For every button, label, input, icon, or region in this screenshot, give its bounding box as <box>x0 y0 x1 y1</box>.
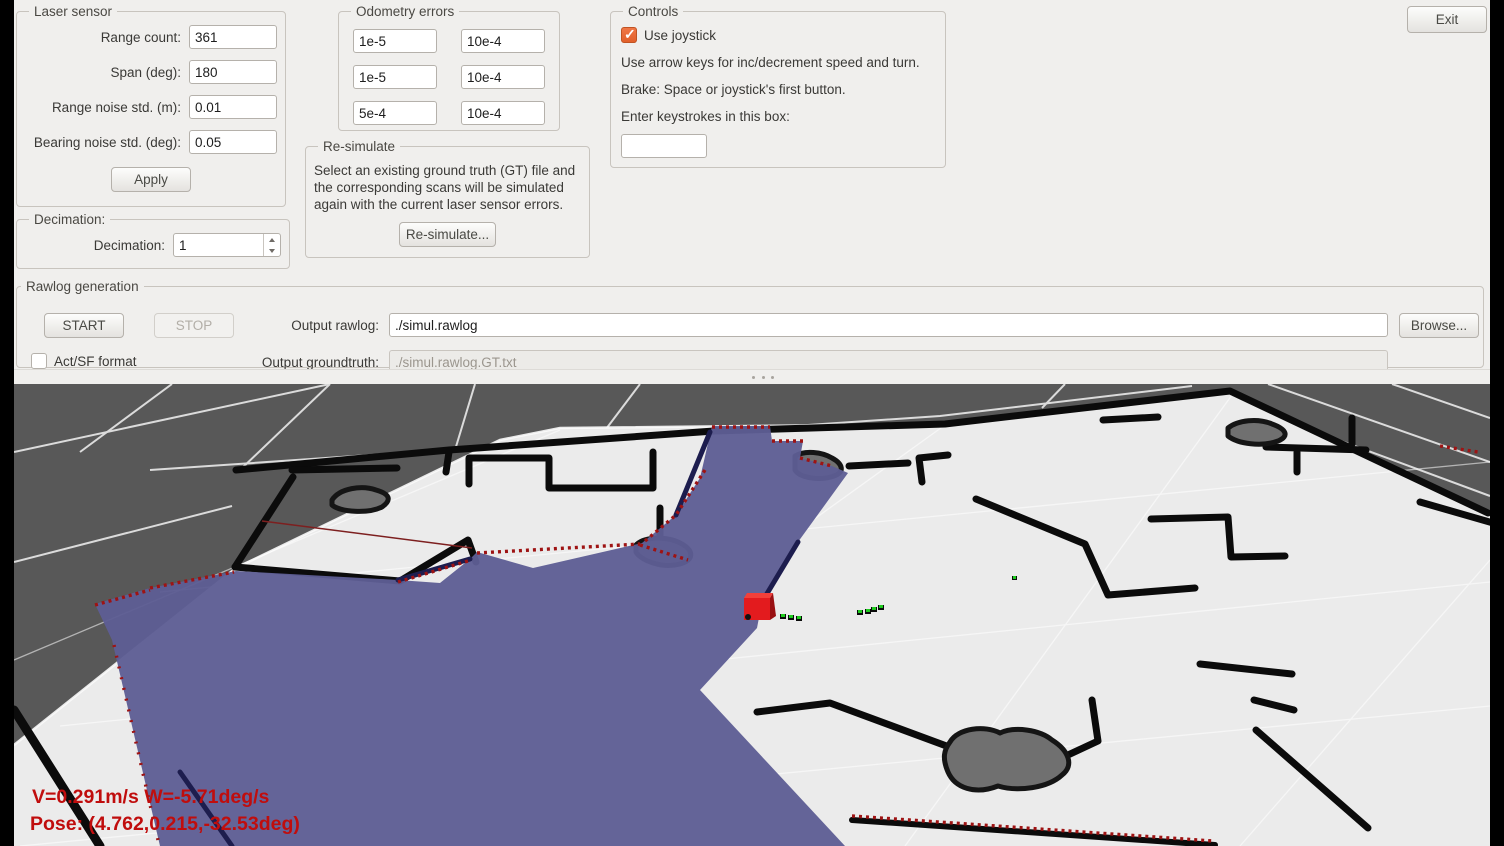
spinner-up-button[interactable] <box>264 234 280 245</box>
browse-button[interactable]: Browse... <box>1399 313 1479 338</box>
rawlog-generation-group: Rawlog generation START STOP Output rawl… <box>16 279 1484 368</box>
stop-button[interactable]: STOP <box>154 313 234 338</box>
bearing-noise-input[interactable] <box>189 130 277 154</box>
viewport-splitter[interactable] <box>14 369 1490 384</box>
rawlog-generation-title: Rawlog generation <box>21 279 144 294</box>
splitter-grip-icon <box>752 376 774 379</box>
resimulate-description: Select an existing ground truth (GT) fil… <box>314 162 581 213</box>
controls-title: Controls <box>623 4 683 19</box>
screen-edge-right <box>1490 0 1504 846</box>
resimulate-title: Re-simulate <box>318 139 400 154</box>
odometry-errors-title: Odometry errors <box>351 4 459 19</box>
span-deg-input[interactable] <box>189 60 277 84</box>
odometry-error-input-6[interactable] <box>461 101 545 125</box>
output-rawlog-label: Output rawlog: <box>255 318 379 333</box>
actsf-format-label: Act/SF format <box>54 354 137 369</box>
use-joystick-label: Use joystick <box>644 28 716 43</box>
odometry-errors-group: Odometry errors <box>338 4 560 131</box>
screen-edge-left <box>0 0 14 846</box>
start-button[interactable]: START <box>44 313 124 338</box>
keystroke-input[interactable] <box>621 134 707 158</box>
odometry-error-input-4[interactable] <box>461 65 545 89</box>
decimation-group-title: Decimation: <box>29 212 110 227</box>
range-count-input[interactable] <box>189 25 277 49</box>
spinner-down-button[interactable] <box>264 245 280 256</box>
controls-instruction-3: Enter keystrokes in this box: <box>621 109 937 124</box>
laser-sensor-title: Laser sensor <box>29 4 117 19</box>
controls-group: Controls Use joystick Use arrow keys for… <box>610 4 946 168</box>
range-noise-label: Range noise std. (m): <box>25 100 189 115</box>
obstacle-blob <box>944 729 1068 790</box>
range-count-label: Range count: <box>25 30 189 45</box>
span-deg-label: Span (deg): <box>25 65 189 80</box>
resimulate-button[interactable]: Re-simulate... <box>399 222 496 247</box>
controls-instruction-2: Brake: Space or joystick's first button. <box>621 82 937 97</box>
odometry-error-input-5[interactable] <box>353 101 437 125</box>
apply-button[interactable]: Apply <box>111 167 191 192</box>
decimation-label: Decimation: <box>25 238 173 253</box>
output-rawlog-input[interactable] <box>389 313 1388 337</box>
robot <box>744 593 776 620</box>
laser-sensor-group: Laser sensor Range count: Span (deg): Ra… <box>16 4 286 207</box>
decimation-group: Decimation: Decimation: <box>16 212 290 269</box>
bearing-noise-label: Bearing noise std. (deg): <box>25 135 189 150</box>
odometry-error-input-1[interactable] <box>353 29 437 53</box>
viewport-3d[interactable]: V=0.291m/s W=-5.71deg/s Pose: (4.762,0.2… <box>14 384 1490 846</box>
controls-instruction-1: Use arrow keys for inc/decrement speed a… <box>621 55 937 70</box>
range-noise-input[interactable] <box>189 95 277 119</box>
obstacle-blob <box>332 488 388 512</box>
odometry-error-input-2[interactable] <box>461 29 545 53</box>
output-groundtruth-label: Output groundtruth: <box>245 355 379 370</box>
resimulate-group: Re-simulate Select an existing ground tr… <box>305 139 590 258</box>
hud-pose-text: Pose: (4.762,0.215,-32.53deg) <box>30 813 300 835</box>
hud-velocity-text: V=0.291m/s W=-5.71deg/s <box>32 786 270 808</box>
obstacle-blob <box>1228 421 1285 445</box>
use-joystick-checkbox[interactable] <box>621 27 637 43</box>
odometry-error-input-3[interactable] <box>353 65 437 89</box>
robot-wheel <box>745 614 751 620</box>
exit-button[interactable]: Exit <box>1407 6 1487 33</box>
actsf-format-checkbox[interactable] <box>31 353 47 369</box>
